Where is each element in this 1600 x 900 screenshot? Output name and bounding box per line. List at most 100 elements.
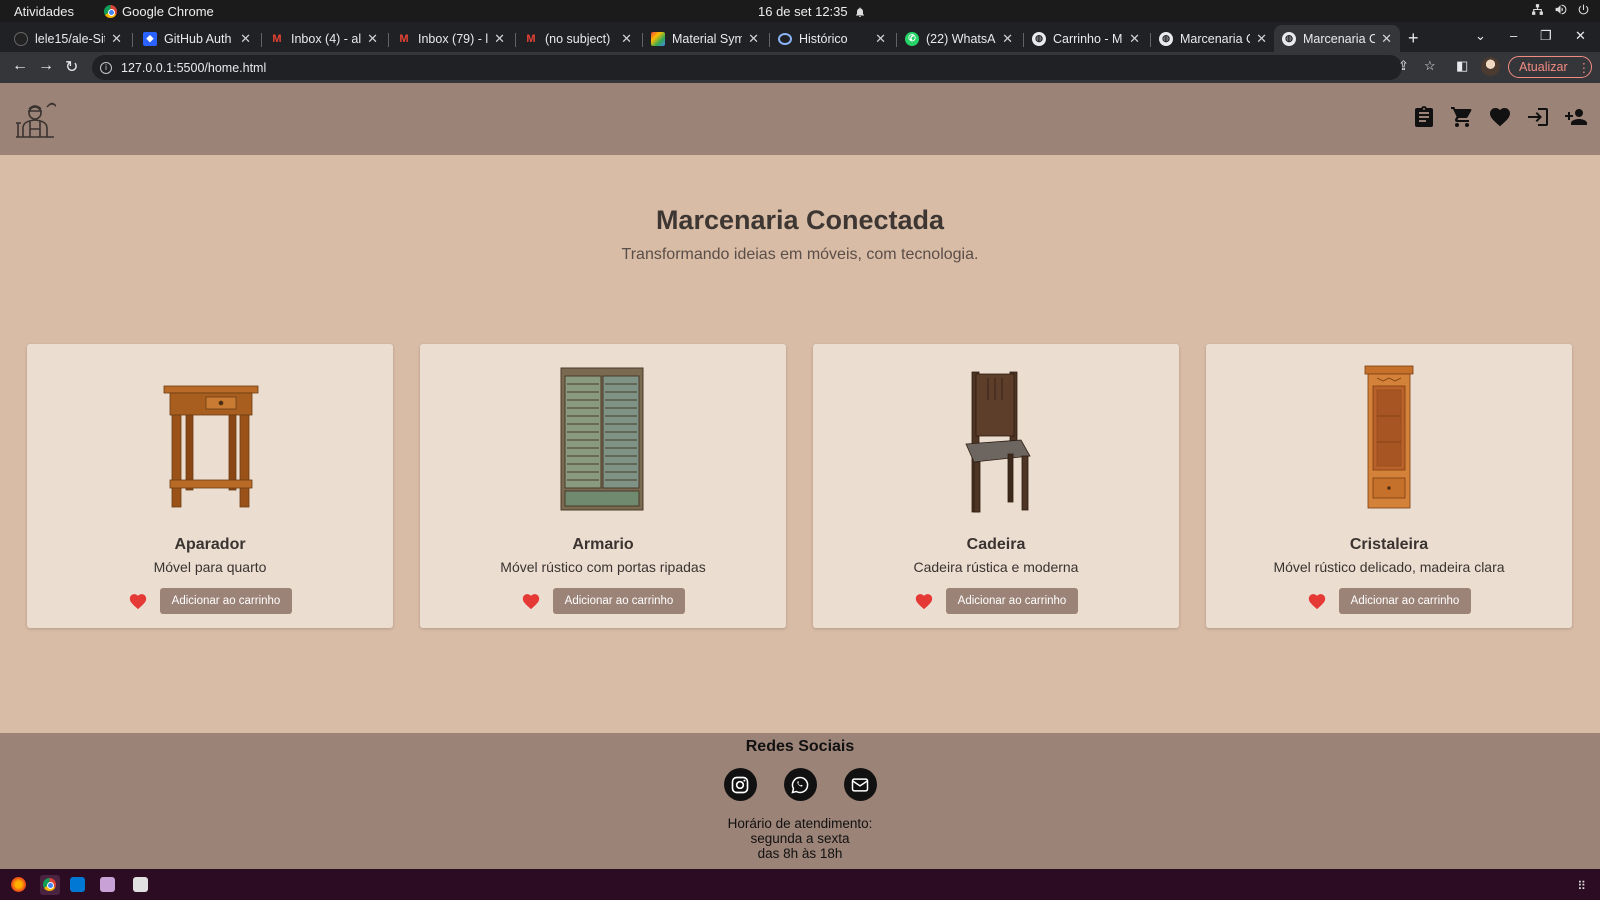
add-to-cart-button[interactable]: Adicionar ao carrinho (553, 588, 685, 614)
tab-10[interactable]: ◍ Marcenaria C ✕ (1151, 25, 1275, 52)
product-card-armario: Armario Móvel rústico com portas ripadas… (420, 344, 786, 628)
favorite-heart-icon[interactable] (128, 592, 148, 610)
close-icon[interactable]: ✕ (748, 31, 759, 47)
tab-title: (22) WhatsAp (926, 31, 997, 46)
close-icon[interactable]: ✕ (621, 31, 632, 47)
clock-text: 16 de set 12:35 (758, 4, 848, 19)
back-arrow-icon[interactable]: ← (12, 57, 28, 75)
hero-section: Marcenaria Conectada Transformando ideia… (0, 205, 1600, 264)
forward-arrow-icon[interactable]: → (38, 57, 54, 75)
tab-title: lele15/ale-Sit (35, 31, 106, 46)
tab-title: Marcenaria C (1180, 31, 1251, 46)
site-info-icon[interactable]: i (100, 61, 112, 74)
close-icon[interactable]: ✕ (494, 31, 505, 47)
firefox-icon[interactable] (11, 877, 26, 892)
update-button[interactable]: Atualizar ⋮ (1508, 56, 1592, 78)
tab-6[interactable]: Material Sym ✕ (643, 25, 767, 52)
add-user-icon[interactable] (1564, 105, 1588, 129)
address-bar[interactable]: i 127.0.0.1:5500/home.html (92, 55, 1402, 80)
close-icon[interactable]: ✕ (1002, 31, 1013, 47)
gmail-icon: M (526, 32, 536, 45)
business-hours: Horário de atendimento: segunda a sexta … (0, 816, 1600, 861)
hours-line-3: das 8h às 18h (757, 846, 843, 861)
product-card-cristaleira: Cristaleira Móvel rústico delicado, made… (1206, 344, 1572, 628)
tab-5[interactable]: M (no subject) ✕ (516, 25, 640, 52)
window-close-icon[interactable]: ✕ (1575, 28, 1586, 44)
heart-icon[interactable] (1488, 105, 1512, 129)
power-icon (1578, 4, 1589, 15)
clipboard-icon[interactable] (1412, 105, 1436, 129)
chrome-icon (43, 878, 56, 891)
system-tray[interactable] (1531, 3, 1590, 16)
close-icon[interactable]: ✕ (240, 31, 251, 47)
add-to-cart-button[interactable]: Adicionar ao carrinho (1339, 588, 1471, 614)
tab-4[interactable]: M Inbox (79) - le ✕ (389, 25, 513, 52)
tab-11-active[interactable]: ◍ Marcenaria C ✕ (1274, 25, 1400, 52)
activities-button[interactable]: Atividades (14, 4, 74, 19)
close-icon[interactable]: ✕ (111, 31, 122, 47)
reload-icon[interactable]: ↻ (65, 57, 78, 77)
vscode-icon: ◆ (143, 31, 157, 46)
product-card-aparador: Aparador Móvel para quarto Adicionar ao … (27, 344, 393, 628)
text-editor-icon[interactable] (133, 877, 148, 892)
show-apps-icon[interactable]: ⠿ (1577, 879, 1586, 893)
tab-1[interactable]: lele15/ale-Sit ✕ (6, 25, 130, 52)
side-panel-icon[interactable]: ◧ (1456, 58, 1468, 74)
tab-title: Marcenaria C (1303, 31, 1376, 46)
files-icon[interactable] (100, 877, 115, 892)
tab-title: (no subject) (545, 31, 611, 46)
instagram-icon[interactable] (723, 768, 757, 801)
favorite-heart-icon[interactable] (914, 592, 934, 610)
cart-icon[interactable] (1450, 105, 1474, 129)
globe-icon: ◍ (1159, 31, 1173, 46)
add-to-cart-button[interactable]: Adicionar ao carrinho (946, 588, 1078, 614)
product-card-cadeira: Cadeira Cadeira rústica e moderna Adicio… (813, 344, 1179, 628)
new-tab-button[interactable]: + (1408, 28, 1419, 49)
email-icon[interactable] (843, 768, 877, 801)
tab-2[interactable]: ◆ GitHub Auth ✕ (135, 25, 259, 52)
favorite-heart-icon[interactable] (1307, 592, 1327, 610)
page-title: Marcenaria Conectada (655, 205, 945, 235)
tab-3[interactable]: M Inbox (4) - ale ✕ (262, 25, 386, 52)
login-icon[interactable] (1526, 105, 1550, 129)
tab-search-icon[interactable]: ⌄ (1475, 28, 1486, 44)
close-icon[interactable]: ✕ (1381, 31, 1392, 47)
product-description: Cadeira rústica e moderna (913, 559, 1079, 575)
tab-title: Material Sym (672, 31, 743, 46)
product-name: Cristaleira (1349, 536, 1429, 553)
tab-9[interactable]: ◍ Carrinho - M ✕ (1024, 25, 1148, 52)
globe-icon: ◍ (1032, 31, 1046, 46)
history-icon (778, 32, 792, 45)
tab-7[interactable]: Histórico ✕ (770, 25, 894, 52)
more-menu-icon: ⋮ (1577, 60, 1591, 75)
tab-strip: lele15/ale-Sit ✕ ◆ GitHub Auth ✕ M Inbox (… (0, 22, 1600, 52)
add-to-cart-button[interactable]: Adicionar ao carrinho (160, 588, 292, 614)
whatsapp-icon[interactable] (783, 768, 817, 801)
aparador-image (163, 385, 259, 508)
restore-icon[interactable]: ❐ (1540, 28, 1552, 44)
vscode-icon[interactable] (70, 877, 85, 892)
product-name: Armario (572, 536, 634, 553)
armario-image (560, 367, 644, 511)
close-icon[interactable]: ✕ (1129, 31, 1140, 47)
update-label: Atualizar (1519, 60, 1568, 74)
clock[interactable]: 16 de set 12:35 (758, 4, 866, 19)
tab-title: Histórico (799, 31, 848, 46)
share-icon[interactable]: ⇪ (1398, 58, 1409, 74)
minimize-icon[interactable]: – (1510, 28, 1517, 43)
product-name: Cadeira (966, 536, 1026, 553)
profile-avatar[interactable] (1481, 57, 1500, 76)
header-actions (1412, 105, 1588, 129)
close-icon[interactable]: ✕ (1256, 31, 1267, 47)
favorite-heart-icon[interactable] (521, 592, 541, 610)
bookmark-star-icon[interactable]: ☆ (1424, 58, 1436, 74)
close-icon[interactable]: ✕ (367, 31, 378, 47)
carpenter-logo-icon[interactable] (14, 97, 56, 139)
cristaleira-image (1364, 365, 1414, 509)
cadeira-image (965, 371, 1031, 513)
chrome-dock-slot[interactable] (40, 875, 60, 895)
tab-8[interactable]: ✆ (22) WhatsAp ✕ (897, 25, 1021, 52)
app-menu[interactable]: Google Chrome (104, 4, 214, 19)
tab-title: GitHub Auth (164, 31, 232, 46)
close-icon[interactable]: ✕ (875, 31, 886, 47)
